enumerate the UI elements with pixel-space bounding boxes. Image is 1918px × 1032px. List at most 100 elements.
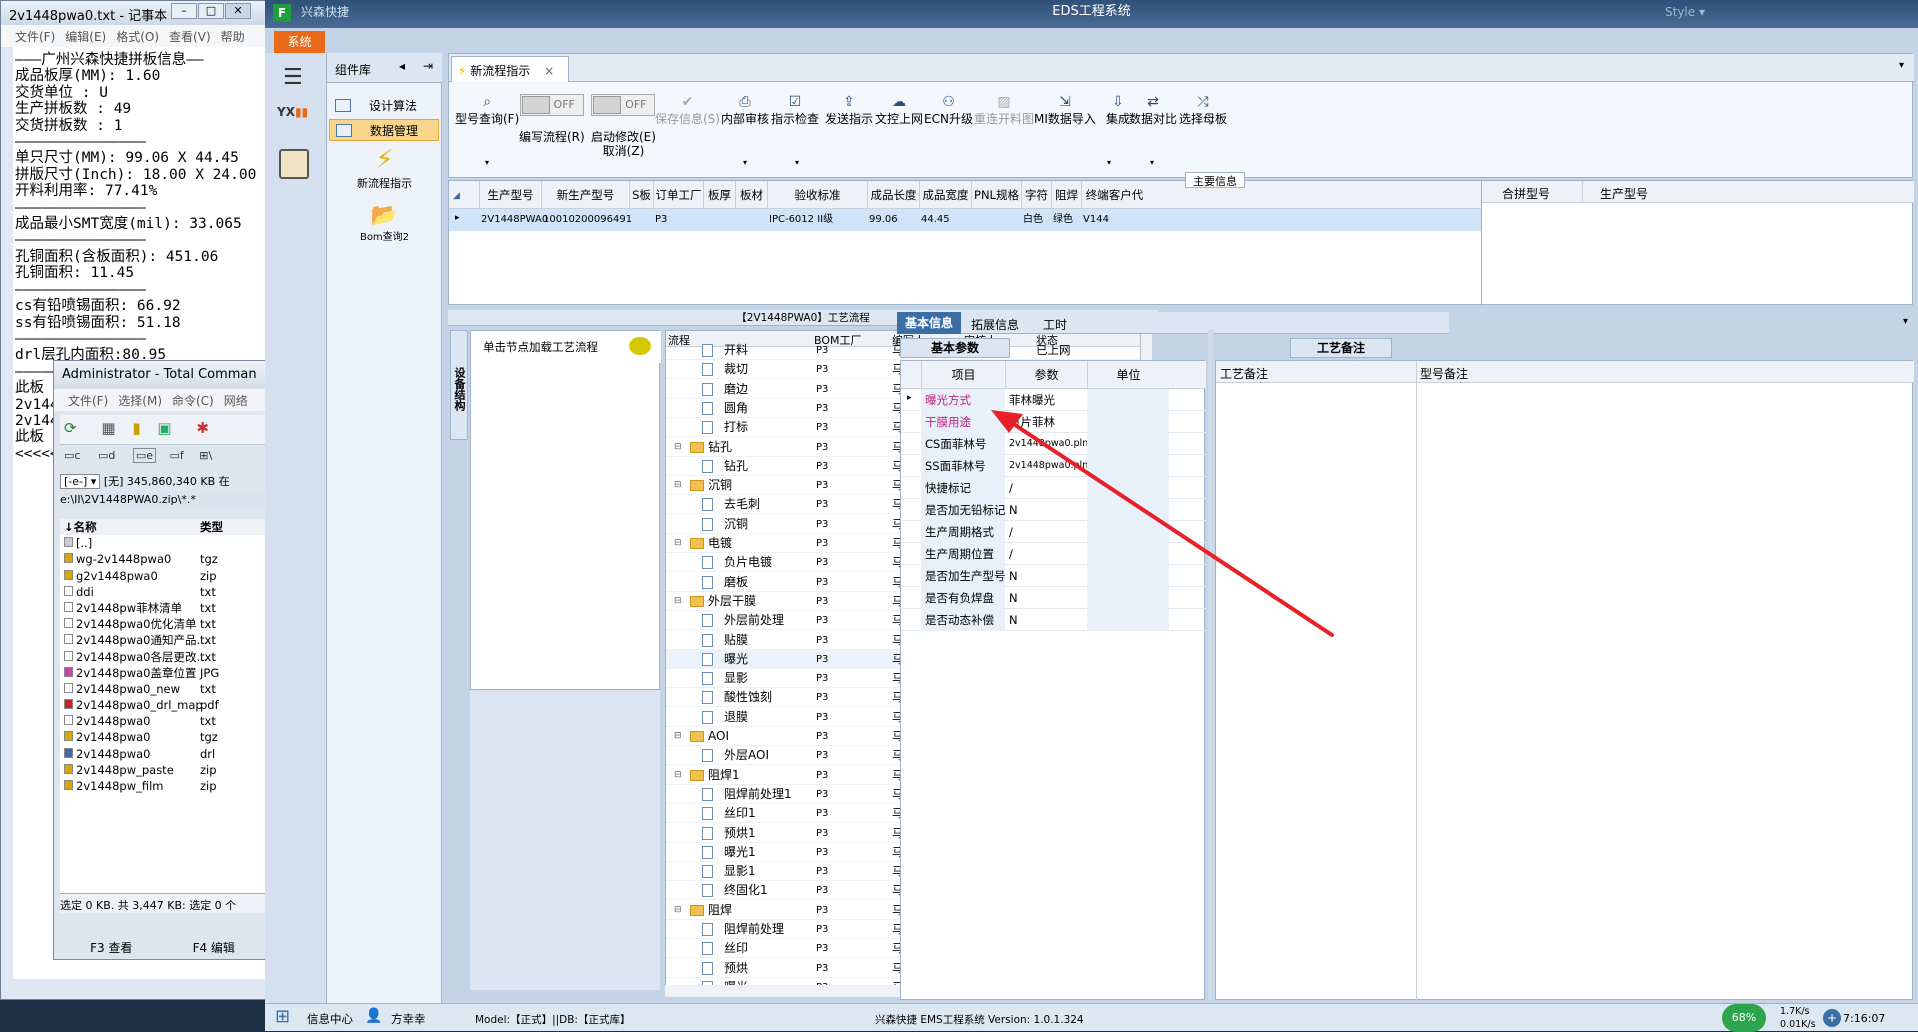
maximize-button[interactable]: □ <box>198 3 224 19</box>
col-name[interactable]: ↓名称 <box>60 519 200 535</box>
tc-file-row[interactable]: 2v1448pwa0通知产品... txt <box>60 632 267 648</box>
close-button[interactable]: ✕ <box>225 3 251 19</box>
file-icon <box>64 634 73 645</box>
menu-edit[interactable]: 编辑(E) <box>65 28 106 44</box>
file-type <box>200 535 240 551</box>
tc-file-name-cell: 2v1448pwa0 <box>60 713 200 729</box>
file-type: drl <box>200 746 216 761</box>
file-icon <box>64 618 73 629</box>
file-type: tgz <box>200 730 218 745</box>
file-icon <box>64 715 73 726</box>
drive-e[interactable]: ▭e <box>132 448 157 463</box>
f4-edit-button[interactable]: F4 编辑 <box>193 939 235 961</box>
info-center[interactable]: 信息中心 <box>307 1011 353 1027</box>
file-type: tgz <box>200 552 218 567</box>
notepad-line: 单只尺寸(MM): 99.06 X 44.45 <box>15 150 239 167</box>
tc-file-list[interactable]: ↓名称 类型 [..] wg-2v1448pwa0 tgz g2v1448pwa0 zi… <box>60 519 267 894</box>
drive-f[interactable]: ▭f <box>170 449 184 462</box>
user-name: 方幸幸 <box>391 1012 426 1026</box>
tc-file-name-cell: 2v1448pwa0 <box>60 729 200 745</box>
tc-file-row[interactable]: g2v1448pwa0 zip <box>60 568 267 584</box>
refresh-icon[interactable]: ⟳ <box>64 419 77 437</box>
main-info-label: 主要信息 <box>1185 172 1245 188</box>
tc-file-name-cell: 2v1448pw菲林清单 <box>60 600 200 616</box>
tc-file-row[interactable]: 2v1448pwa0 drl <box>60 746 267 762</box>
file-name: 2v1448pwa0_new <box>76 681 180 696</box>
tc-status: 选定 0 KB. 共 3,447 KB: 选定 0 个 <box>60 893 265 913</box>
tc-path: e:\II\2V1448PWA0.zip\*.* <box>60 493 265 507</box>
file-name: 2v1448pwa0优化清单 <box>76 617 197 632</box>
file-type: txt <box>200 681 216 696</box>
notepad-line: ——————————————— <box>15 330 146 347</box>
drive-c[interactable]: ▭c <box>64 449 80 462</box>
drive-select[interactable]: [-e-] ▾ <box>60 474 101 489</box>
file-type: txt <box>200 600 216 615</box>
tc-file-row[interactable]: 2v1448pw_film zip <box>60 778 267 794</box>
file-icon <box>64 731 73 742</box>
tc-file-name-cell: 2v1448pwa0_drl_map <box>60 697 203 713</box>
tc-menu: 文件(F) 选择(M) 命令(C) 网络 <box>54 389 267 411</box>
tc-file-row[interactable]: wg-2v1448pwa0 tgz <box>60 551 267 567</box>
tc-file-name-cell: 2v1448pwa0优化清单 <box>60 616 200 632</box>
tc-file-row[interactable]: 2v1448pwa0 tgz <box>60 729 267 745</box>
notepad-line: 成品板厚(MM): 1.60 <box>15 68 161 85</box>
file-icon <box>64 763 73 774</box>
notepad-line: ——————————————— <box>15 281 146 298</box>
notepad-line: 生产拼板数 : 49 <box>15 101 132 118</box>
notepad-line: cs有铅喷锡面积: 66.92 <box>15 298 181 315</box>
f3-view-button[interactable]: F3 查看 <box>90 939 132 961</box>
notepad-line: 孔铜面积: 11.45 <box>15 265 135 282</box>
file-type: zip <box>200 779 217 793</box>
file-name: wg-2v1448pwa0 <box>76 552 172 567</box>
minimize-button[interactable]: – <box>171 3 197 19</box>
tc-file-row[interactable]: 2v1448pwa0_new txt <box>60 681 267 697</box>
view-icon[interactable]: ▮ <box>132 419 140 437</box>
tc-menu-net[interactable]: 网络 <box>224 392 248 408</box>
clock: 7:16:07 <box>1843 1012 1886 1025</box>
status-bar: ⊞ 信息中心 👤 方幸幸 Model:【正式】||DB:【正式库】 兴森快捷 E… <box>265 1003 1918 1032</box>
notepad-menu: 文件(F) 编辑(E) 格式(O) 查看(V) 帮助 <box>1 25 265 47</box>
tc-file-row[interactable]: 2v1448pwa0盖章位置 JPG <box>60 665 267 681</box>
tc-file-row[interactable]: 2v1448pw_paste zip <box>60 762 267 778</box>
tc-title: Administrator - Total Comman <box>54 361 267 389</box>
tc-menu-command[interactable]: 命令(C) <box>172 392 214 408</box>
tc-file-row[interactable]: 2v1448pwa0各层更改... txt <box>60 649 267 665</box>
tc-file-row[interactable]: 2v1448pwa0 txt <box>60 713 267 729</box>
file-icon <box>64 666 73 677</box>
file-name: 2v1448pwa0盖章位置 <box>76 665 197 680</box>
file-name: g2v1448pwa0 <box>76 568 158 583</box>
tc-toolbar: ⟳ ▦ ▮ ▣ ✱ <box>60 415 265 445</box>
tc-list-header: ↓名称 类型 <box>60 519 267 536</box>
grid-icon[interactable]: ▦ <box>101 419 115 437</box>
drive-free-space: [无] 345,860,340 KB 在 <box>103 475 230 488</box>
file-icon <box>64 747 73 758</box>
menu-format[interactable]: 格式(O) <box>116 28 159 44</box>
tc-file-row[interactable]: ddi txt <box>60 584 267 600</box>
tc-menu-select[interactable]: 选择(M) <box>118 392 162 408</box>
windows-grid-icon[interactable]: ⊞ <box>275 1008 297 1028</box>
notepad-line: ——————————————— <box>15 134 146 151</box>
drive-d[interactable]: ▭d <box>98 449 115 462</box>
network-drive[interactable]: ⊞\ <box>199 449 212 462</box>
tc-file-name-cell: 2v1448pwa0_new <box>60 681 200 697</box>
file-name: ddi <box>76 584 94 599</box>
file-icon <box>64 682 73 693</box>
file-name: 2v1448pwa0_drl_map <box>76 698 203 713</box>
add-icon[interactable]: + <box>1823 1009 1841 1027</box>
file-icon <box>64 780 73 790</box>
star-icon[interactable]: ✱ <box>196 419 209 437</box>
tc-menu-file[interactable]: 文件(F) <box>68 392 108 408</box>
total-commander-window: Administrator - Total Comman 文件(F) 选择(M)… <box>53 360 268 960</box>
tc-file-row[interactable]: [..] <box>60 535 267 551</box>
notepad-line: ——————————————— <box>15 232 146 249</box>
tc-file-row[interactable]: 2v1448pw菲林清单 txt <box>60 600 267 616</box>
menu-view[interactable]: 查看(V) <box>169 28 211 44</box>
menu-file[interactable]: 文件(F) <box>15 28 55 44</box>
tc-file-name-cell: ddi <box>60 584 200 600</box>
col-type[interactable]: 类型 <box>200 519 240 535</box>
menu-help[interactable]: 帮助 <box>221 28 245 44</box>
image-icon[interactable]: ▣ <box>157 419 171 437</box>
tc-fkeys: F3 查看 F4 编辑 <box>60 939 265 961</box>
tc-file-row[interactable]: 2v1448pwa0优化清单 txt <box>60 616 267 632</box>
tc-file-row[interactable]: 2v1448pwa0_drl_map pdf <box>60 697 267 713</box>
